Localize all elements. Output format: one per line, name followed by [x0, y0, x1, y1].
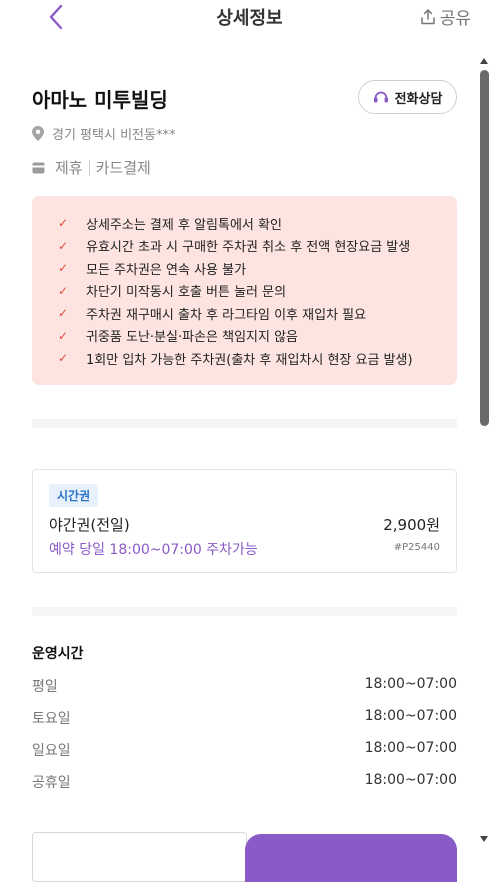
top-app-bar: 상세정보 공유 [0, 0, 499, 44]
notice-text: 주차권 재구매시 출차 후 라그타임 이후 재입차 필요 [86, 307, 367, 323]
notice-text: 차단기 미작동시 호출 버튼 눌러 문의 [86, 285, 287, 301]
share-button[interactable]: 공유 [420, 4, 471, 29]
scrollbar-thumb[interactable] [480, 70, 489, 426]
hours-time: 18:00~07:00 [364, 772, 457, 788]
tag-divider [88, 159, 90, 176]
card-icon [32, 162, 45, 173]
tag-card-payment: 카드결제 [95, 159, 151, 177]
hours-row: 평일 18:00~07:00 [32, 676, 457, 696]
notice-item: ✓ 귀중품 도난·분실·파손은 책임지지 않음 [58, 325, 457, 348]
place-name: 아마노 미투빌딩 [32, 88, 168, 112]
ticket-name: 야간권(전일) [49, 516, 130, 534]
notice-text: 1회만 입차 가능한 주차권(출차 후 재입차시 현장 요금 발생) [86, 352, 413, 368]
share-label: 공유 [439, 9, 471, 29]
bottom-secondary-button[interactable] [32, 832, 247, 882]
hours-day: 토요일 [32, 711, 71, 727]
headset-icon [373, 91, 388, 103]
notice-box: ✓ 상세주소는 결제 후 알림톡에서 확인 ✓ 유효시간 초과 시 구매한 주차권 … [32, 196, 457, 385]
ticket-code: #P25440 [393, 542, 440, 553]
hours-row: 공휴일 18:00~07:00 [32, 772, 457, 792]
ticket-price: 2,900원 [383, 516, 440, 534]
bottom-primary-button[interactable] [245, 834, 457, 882]
check-icon: ✓ [58, 261, 69, 276]
address-row: 경기 평택시 비전동*** [32, 124, 175, 143]
share-icon [420, 8, 435, 24]
notice-text: 유효시간 초과 시 구매한 주차권 취소 후 전액 현장요금 발생 [86, 240, 411, 256]
call-consult-label: 전화상담 [394, 91, 443, 107]
section-divider [32, 607, 457, 616]
section-divider [32, 419, 457, 428]
scroll-down-arrow-icon[interactable] [480, 836, 488, 842]
check-icon: ✓ [58, 328, 69, 343]
ticket-card[interactable]: 시간권 야간권(전일) 2,900원 예약 당일 18:00~07:00 주차가… [32, 469, 457, 573]
notice-item: ✓ 1회만 입차 가능한 주차권(출차 후 재입차시 현장 요금 발생) [58, 347, 457, 370]
notice-item: ✓ 상세주소는 결제 후 알림톡에서 확인 [58, 212, 457, 235]
notice-item: ✓ 차단기 미작동시 호출 버튼 눌러 문의 [58, 280, 457, 303]
location-pin-icon [32, 126, 44, 141]
call-consult-button[interactable]: 전화상담 [358, 80, 457, 114]
tag-list: 제휴 카드결제 [32, 157, 151, 178]
notice-item: ✓ 유효시간 초과 시 구매한 주차권 취소 후 전액 현장요금 발생 [58, 235, 457, 258]
ticket-availability: 예약 당일 18:00~07:00 주차가능 [49, 542, 258, 558]
hours-day: 공휴일 [32, 775, 71, 791]
hours-time: 18:00~07:00 [364, 740, 457, 756]
check-icon: ✓ [58, 351, 69, 366]
tag-partner: 제휴 [55, 159, 83, 177]
check-icon: ✓ [58, 216, 69, 231]
hours-time: 18:00~07:00 [364, 708, 457, 724]
hours-day: 일요일 [32, 743, 71, 759]
ticket-type-badge: 시간권 [49, 484, 99, 507]
notice-text: 상세주소는 결제 후 알림톡에서 확인 [86, 217, 282, 233]
notice-item: ✓ 모든 주차권은 연속 사용 불가 [58, 257, 457, 280]
hours-row: 토요일 18:00~07:00 [32, 708, 457, 728]
check-icon: ✓ [58, 238, 69, 253]
hours-row: 일요일 18:00~07:00 [32, 740, 457, 760]
notice-text: 모든 주차권은 연속 사용 불가 [86, 262, 247, 278]
check-icon: ✓ [58, 306, 69, 321]
operating-hours-title: 운영시간 [32, 646, 84, 662]
scroll-up-arrow-icon[interactable] [480, 58, 488, 64]
check-icon: ✓ [58, 283, 69, 298]
hours-time: 18:00~07:00 [364, 676, 457, 692]
notice-item: ✓ 주차권 재구매시 출차 후 라그타임 이후 재입차 필요 [58, 302, 457, 325]
notice-text: 귀중품 도난·분실·파손은 책임지지 않음 [86, 330, 299, 346]
address-text: 경기 평택시 비전동*** [52, 128, 176, 143]
hours-day: 평일 [32, 679, 58, 695]
